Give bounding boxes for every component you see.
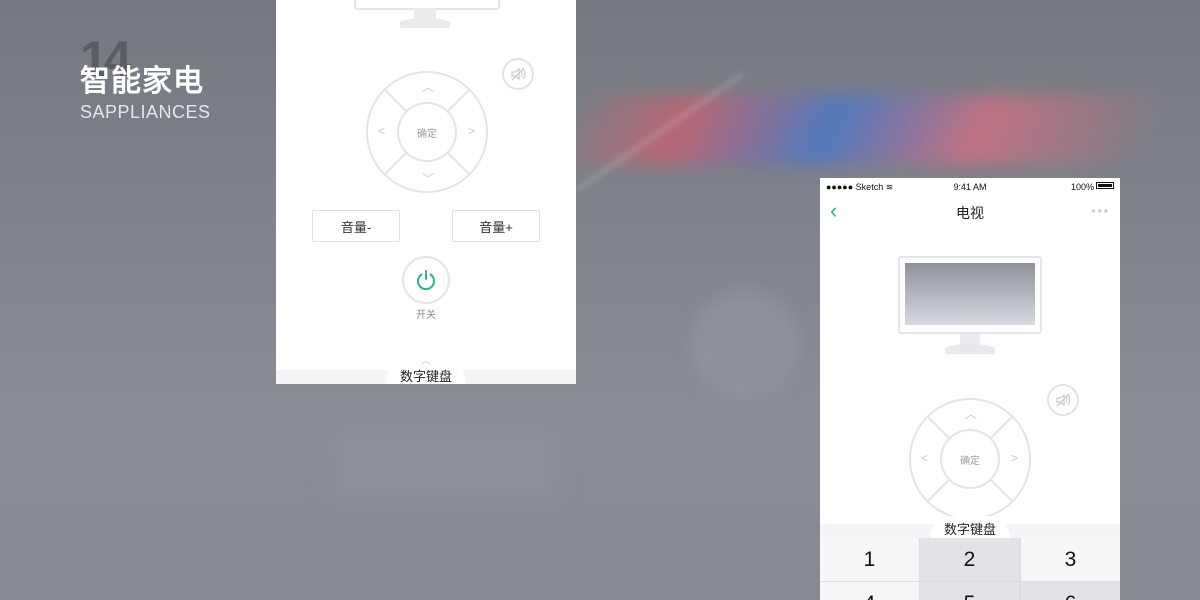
section-title: 14 智能家电 SAPPLIANCES xyxy=(80,34,211,123)
section-title-cn: 智能家电 xyxy=(80,65,204,98)
volume-down-label: 音量- xyxy=(340,219,372,235)
nav-title: 电视 xyxy=(956,205,984,221)
key-6[interactable]: 6 xyxy=(1021,582,1120,600)
volume-up-label: 音量+ xyxy=(479,219,513,235)
power-icon xyxy=(417,270,435,291)
key-5[interactable]: 5 xyxy=(920,582,1019,600)
background-blur-block xyxy=(330,430,560,500)
more-icon[interactable]: ••• xyxy=(1091,204,1110,218)
dpad-up-icon[interactable]: ︿ xyxy=(422,81,434,93)
direction-pad[interactable]: ︿ < > 确定 xyxy=(909,398,1031,520)
mute-icon xyxy=(1056,393,1071,407)
tv-monitor-base xyxy=(945,344,995,354)
ok-label: 确定 xyxy=(417,128,437,140)
background-blur-circle xyxy=(690,290,800,400)
power-button[interactable] xyxy=(402,256,450,304)
battery-icon xyxy=(1096,182,1114,189)
chevron-up-icon[interactable]: ︿ xyxy=(276,352,576,367)
key-4[interactable]: 4 xyxy=(820,582,919,600)
status-bar: ●●●●● Sketch ≋ 9:41 AM 100% xyxy=(820,178,1120,196)
dpad-left-icon[interactable]: < xyxy=(921,452,928,464)
section-title-en: SAPPLIANCES xyxy=(80,102,211,122)
tv-screen-display xyxy=(905,263,1035,325)
key-1[interactable]: 1 xyxy=(820,538,919,581)
keyboard-label[interactable]: 数字键盘 xyxy=(820,519,1120,538)
dpad-down-icon[interactable]: ﹀ xyxy=(422,173,434,185)
phone-screen: ●●●●● Sketch ≋ 9:41 AM 100% ‹ 电视 ••• ︿ <… xyxy=(820,178,1120,600)
background-light-streak xyxy=(543,95,1177,165)
dpad-right-icon[interactable]: > xyxy=(468,125,475,137)
battery-label: 100% xyxy=(1070,182,1094,192)
volume-down-button[interactable]: 音量- xyxy=(312,210,400,242)
mute-icon xyxy=(511,67,526,81)
tv-monitor-base xyxy=(400,18,450,28)
volume-up-button[interactable]: 音量+ xyxy=(452,210,540,242)
mute-button[interactable] xyxy=(502,58,534,90)
keyboard-label[interactable]: 数字键盘 xyxy=(276,366,576,384)
ok-button[interactable]: 确定 xyxy=(940,429,1000,489)
tv-monitor xyxy=(898,256,1042,334)
ok-button[interactable]: 确定 xyxy=(397,102,457,162)
ok-label: 确定 xyxy=(960,455,980,467)
dpad-left-icon[interactable]: < xyxy=(378,125,385,137)
dpad-right-icon[interactable]: > xyxy=(1011,452,1018,464)
mute-button[interactable] xyxy=(1047,384,1079,416)
power-label: 开关 xyxy=(416,310,436,321)
dpad-up-icon[interactable]: ︿ xyxy=(965,408,977,420)
key-2[interactable]: 2 xyxy=(920,538,1019,581)
direction-pad[interactable]: ︿ ﹀ < > 确定 xyxy=(366,71,488,193)
key-3[interactable]: 3 xyxy=(1021,538,1120,581)
number-keypad: 1 2 3 4 5 6 xyxy=(820,538,1120,600)
remote-panel-left: ︿ ﹀ < > 确定 音量- 音量+ 开关 ︿ 数字键盘 xyxy=(276,0,576,384)
nav-bar: ‹ 电视 ••• xyxy=(820,196,1120,230)
